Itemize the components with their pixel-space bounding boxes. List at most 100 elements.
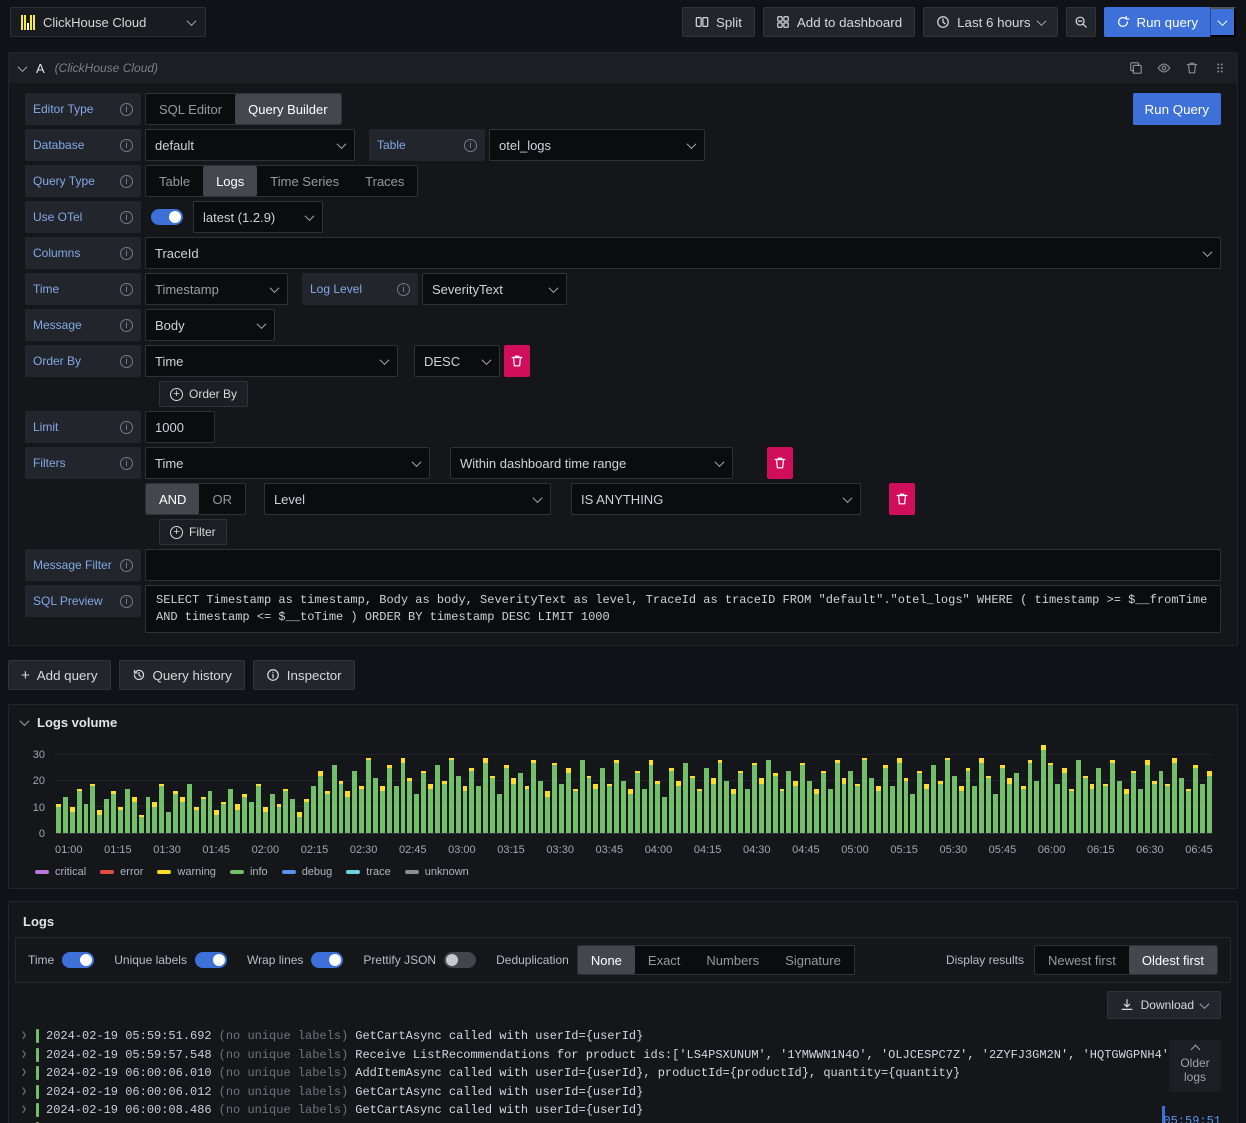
legend-item[interactable]: trace	[346, 866, 391, 878]
volume-bar	[1185, 742, 1192, 833]
logs-title: Logs	[23, 914, 55, 929]
columns-select[interactable]: TraceId	[145, 237, 1221, 269]
time-toggle[interactable]	[62, 952, 95, 968]
volume-bar	[565, 742, 572, 833]
disable-query-eye-icon[interactable]	[1157, 61, 1171, 75]
inspector-button[interactable]: Inspector	[252, 660, 355, 690]
log-level-select[interactable]: SeverityText	[422, 273, 567, 305]
expand-chevron-icon[interactable]: ❯	[21, 1030, 29, 1042]
wrap-lines-toggle[interactable]	[311, 952, 344, 968]
radio-option[interactable]: Logs	[203, 166, 258, 196]
add-to-dashboard-button[interactable]: Add to dashboard	[762, 7, 916, 37]
radio-option[interactable]: Newest first	[1035, 946, 1129, 974]
run-query-inline-button[interactable]: Run Query	[1132, 93, 1221, 125]
expand-chevron-icon[interactable]: ❯	[21, 1049, 29, 1061]
filter-range-select[interactable]: Within dashboard time range	[450, 447, 733, 479]
filter-field-select[interactable]: Time	[145, 447, 430, 479]
run-query-button[interactable]: Run query	[1103, 7, 1210, 37]
query-header[interactable]: A (ClickHouse Cloud)	[9, 53, 1237, 83]
and-or-radio-group: AND OR	[145, 483, 246, 515]
plus-icon: +	[21, 666, 30, 684]
radio-option[interactable]: Table	[146, 166, 203, 196]
log-row[interactable]: ❯ 2024-02-19 06:00:06.010 (no unique lab…	[21, 1064, 1227, 1083]
time-range-picker[interactable]: Last 6 hours	[923, 7, 1058, 37]
radio-option[interactable]: SQL Editor	[146, 94, 235, 124]
radio-option[interactable]: Traces	[352, 166, 417, 196]
log-row[interactable]: ❯ 2024-02-19 05:59:51.692 (no unique lab…	[21, 1027, 1227, 1046]
add-query-button[interactable]: + Add query	[8, 660, 111, 690]
order-by-direction-select[interactable]: DESC	[414, 345, 500, 377]
download-button[interactable]: Download	[1106, 991, 1221, 1019]
volume-bar	[517, 742, 524, 833]
expand-chevron-icon[interactable]: ❯	[21, 1104, 29, 1116]
filter-condition-select[interactable]: IS ANYTHING	[570, 483, 861, 515]
message-filter-input[interactable]	[145, 549, 1221, 581]
radio-option[interactable]: AND	[146, 484, 200, 514]
info-icon	[120, 102, 133, 116]
time-toggle-label: Time	[28, 953, 55, 967]
legend-item[interactable]: error	[100, 866, 143, 878]
remove-query-trash-icon[interactable]	[1185, 61, 1199, 75]
legend-item[interactable]: unknown	[404, 866, 469, 878]
remove-sub-filter-button[interactable]	[888, 483, 915, 515]
expand-chevron-icon[interactable]: ❯	[21, 1086, 29, 1098]
run-query-dropdown[interactable]	[1210, 7, 1236, 37]
duplicate-query-icon[interactable]	[1129, 61, 1143, 75]
add-order-by-button[interactable]: Order By	[159, 381, 249, 407]
database-select[interactable]: default	[145, 129, 355, 161]
prettify-json-toggle[interactable]	[444, 952, 477, 968]
use-otel-toggle[interactable]	[151, 209, 183, 225]
volume-bar	[503, 742, 510, 833]
expand-chevron-icon[interactable]: ❯	[21, 1067, 29, 1079]
radio-option[interactable]: Signature	[772, 946, 854, 974]
volume-bar	[1033, 742, 1040, 833]
log-row[interactable]: ❯ 2024-02-19 05:59:57.548 (no unique lab…	[21, 1046, 1227, 1065]
remove-filter-button[interactable]	[767, 447, 793, 479]
legend-item[interactable]: warning	[157, 866, 216, 878]
radio-option[interactable]: Numbers	[693, 946, 772, 974]
legend-item[interactable]: debug	[281, 866, 332, 878]
otel-version-select[interactable]: latest (1.2.9)	[193, 201, 323, 233]
add-filter-button[interactable]: Filter	[159, 519, 227, 545]
collapse-chevron-icon[interactable]	[17, 61, 28, 72]
filter-level-select[interactable]: Level	[263, 483, 551, 515]
volume-bar	[110, 742, 117, 833]
limit-input[interactable]	[145, 411, 215, 443]
log-labels: (no unique labels)	[218, 1084, 349, 1099]
legend-item[interactable]: info	[229, 866, 268, 878]
log-row[interactable]: ❯ 2024-02-19 06:00:18.663 (no unique lab…	[21, 1120, 1227, 1123]
radio-option[interactable]: Oldest first	[1128, 946, 1217, 974]
volume-bar	[262, 742, 269, 833]
log-row[interactable]: ❯ 2024-02-19 06:00:06.012 (no unique lab…	[21, 1083, 1227, 1102]
volume-bar	[455, 742, 462, 833]
remove-order-by-button[interactable]	[504, 345, 530, 377]
radio-option[interactable]: Exact	[635, 946, 694, 974]
table-select[interactable]: otel_logs	[489, 129, 705, 161]
x-tick-label: 05:45	[988, 844, 1017, 856]
plus-circle-icon	[170, 525, 183, 539]
volume-bar	[723, 742, 730, 833]
zoom-out-button[interactable]	[1065, 7, 1096, 37]
sql-preview-label: SQL Preview	[25, 585, 141, 617]
time-column-select[interactable]: Timestamp	[145, 273, 288, 305]
refresh-icon	[1117, 15, 1129, 27]
radio-option[interactable]: OR	[199, 484, 245, 514]
radio-option[interactable]: Time Series	[257, 166, 352, 196]
message-column-select[interactable]: Body	[145, 309, 275, 341]
radio-option[interactable]: None	[577, 946, 635, 974]
x-tick-label: 06:00	[1037, 844, 1066, 856]
order-by-field-select[interactable]: Time	[145, 345, 398, 377]
query-datasource-subtitle: (ClickHouse Cloud)	[54, 61, 159, 75]
unique-labels-toggle[interactable]	[194, 952, 227, 968]
legend-item[interactable]: critical	[35, 866, 86, 878]
split-button[interactable]: Split	[681, 7, 755, 37]
log-row[interactable]: ❯ 2024-02-19 06:00:08.486 (no unique lab…	[21, 1101, 1227, 1120]
query-history-button[interactable]: Query history	[118, 660, 245, 690]
drag-handle-icon[interactable]	[1213, 61, 1227, 75]
radio-option[interactable]: Query Builder	[235, 94, 341, 124]
volume-bar	[1061, 742, 1068, 833]
datasource-picker[interactable]: ClickHouse Cloud	[10, 7, 206, 37]
older-logs-button[interactable]: Older logs	[1169, 1040, 1221, 1092]
x-tick-label: 03:00	[448, 844, 476, 856]
collapse-chevron-icon[interactable]	[19, 716, 30, 727]
